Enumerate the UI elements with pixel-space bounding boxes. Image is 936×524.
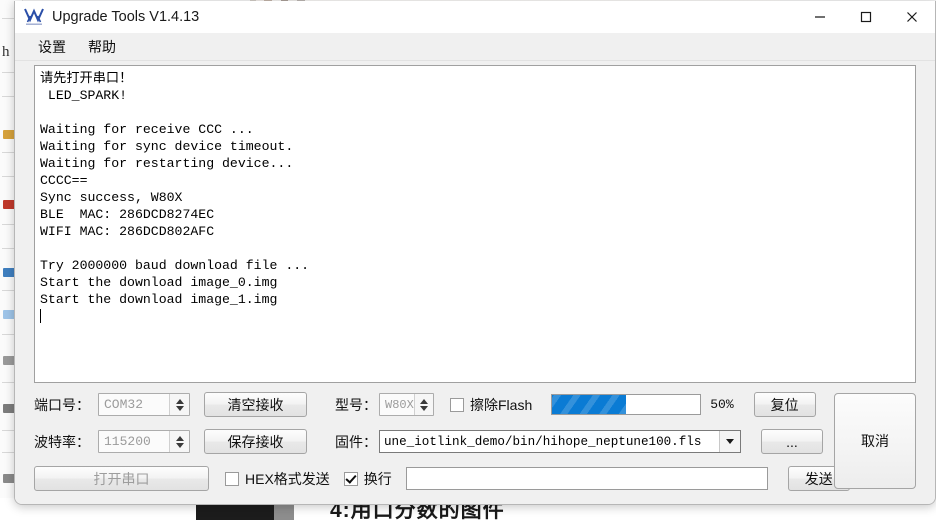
reset-button[interactable]: 复位: [754, 392, 816, 417]
baud-select[interactable]: 115200: [98, 430, 190, 453]
text-caret: [40, 309, 41, 323]
control-row-baud: 波特率： 115200 保存接收 固件： une_iotlink_demo/bi…: [34, 428, 916, 455]
erase-flash-checkbox-box: [450, 398, 464, 412]
model-spinner-arrows[interactable]: [414, 394, 433, 415]
model-label: 型号：: [335, 395, 377, 415]
baud-label: 波特率：: [34, 432, 96, 452]
title-bar: Upgrade Tools V1.4.13: [15, 1, 935, 33]
log-output-area[interactable]: 请先打开串口！ LED_SPARK! Waiting for receive C…: [34, 65, 916, 383]
chevron-up-icon: [176, 436, 184, 441]
menu-item-help[interactable]: 帮助: [79, 34, 125, 60]
chevron-down-icon: [176, 406, 184, 411]
port-label: 端口号：: [34, 395, 96, 415]
port-value: COM32: [99, 394, 169, 415]
upgrade-tools-window: Upgrade Tools V1.4.13 设置 帮助 请先打开串口！ LED_…: [14, 1, 936, 505]
erase-flash-checkbox[interactable]: 擦除Flash: [450, 395, 532, 415]
baud-value: 115200: [99, 431, 169, 452]
background-rail-letter: h: [2, 44, 10, 61]
newline-label: 换行: [364, 469, 392, 489]
browse-firmware-button[interactable]: ...: [761, 429, 823, 454]
erase-flash-label: 擦除Flash: [470, 395, 532, 415]
port-spinner-arrows[interactable]: [169, 394, 189, 415]
chevron-down-icon: [176, 443, 184, 448]
window-controls: [797, 1, 935, 32]
menu-item-settings[interactable]: 设置: [29, 34, 75, 60]
window-body: 请先打开串口！ LED_SPARK! Waiting for receive C…: [15, 61, 935, 505]
newline-checkbox[interactable]: 换行: [344, 469, 392, 489]
minimize-button[interactable]: [797, 1, 843, 32]
cancel-button[interactable]: 取消: [834, 393, 916, 489]
chevron-up-icon: [176, 399, 184, 404]
close-button[interactable]: [889, 1, 935, 32]
menu-bar: 设置 帮助: [15, 33, 935, 61]
model-value: W80X: [380, 394, 414, 415]
progress-bar-fill: [552, 395, 626, 414]
progress-percent-label: 50%: [710, 397, 733, 412]
firmware-label: 固件：: [335, 432, 377, 452]
firmware-dropdown-arrow[interactable]: [719, 431, 740, 452]
control-row-port: 端口号： COM32 清空接收 型号： W80X: [34, 391, 916, 418]
send-data-input[interactable]: [406, 467, 768, 490]
clear-receive-button[interactable]: 清空接收: [204, 392, 307, 417]
chevron-down-icon: [726, 439, 734, 444]
chevron-up-icon: [420, 399, 428, 404]
control-panel: 端口号： COM32 清空接收 型号： W80X: [34, 391, 916, 501]
open-serial-port-button[interactable]: 打开串口: [34, 466, 209, 491]
firmware-path-combobox[interactable]: une_iotlink_demo/bin/hihope_neptune100.f…: [379, 430, 741, 453]
hex-send-label: HEX格式发送: [245, 469, 330, 489]
firmware-path-value: une_iotlink_demo/bin/hihope_neptune100.f…: [380, 431, 719, 452]
model-select[interactable]: W80X: [379, 393, 434, 416]
hex-send-checkbox[interactable]: HEX格式发送: [225, 469, 330, 489]
control-row-send: 打开串口 HEX格式发送 换行 发送: [34, 465, 916, 492]
window-title: Upgrade Tools V1.4.13: [52, 9, 199, 25]
xx-logo-icon: [23, 6, 45, 28]
baud-spinner-arrows[interactable]: [169, 431, 189, 452]
progress-bar: [551, 394, 701, 415]
log-text: 请先打开串口！ LED_SPARK! Waiting for receive C…: [40, 70, 910, 308]
newline-checkbox-box: [344, 472, 358, 486]
save-receive-button[interactable]: 保存接收: [204, 429, 307, 454]
hex-send-checkbox-box: [225, 472, 239, 486]
port-select[interactable]: COM32: [98, 393, 190, 416]
chevron-down-icon: [420, 406, 428, 411]
maximize-button[interactable]: [843, 1, 889, 32]
